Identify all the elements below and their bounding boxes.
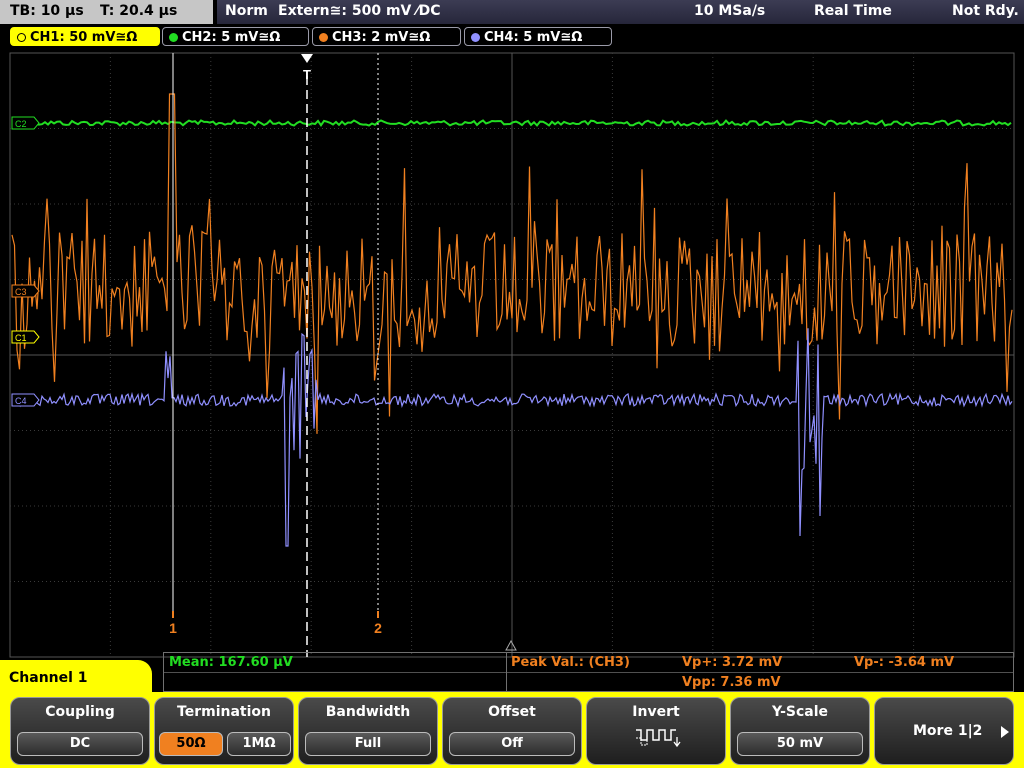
yscale-softkey[interactable]: Y-Scale 50 mV xyxy=(730,697,870,765)
termination-softkey[interactable]: Termination 50Ω 1MΩ xyxy=(154,697,294,765)
run-status: Not Rdy. xyxy=(952,3,1019,19)
bandwidth-value: Full xyxy=(305,732,431,756)
tab-ch4[interactable]: CH4: 5 mV≅Ω xyxy=(464,27,612,46)
svg-text:C3: C3 xyxy=(15,287,27,297)
termination-title: Termination xyxy=(177,704,271,720)
yscale-title: Y-Scale xyxy=(771,704,828,720)
bandwidth-title: Bandwidth xyxy=(325,704,411,720)
ch3-offset-marker[interactable]: C3 xyxy=(11,284,40,298)
ch2-indicator-icon xyxy=(169,33,178,42)
tab-ch1-label: CH1: 50 mV≅Ω xyxy=(30,30,138,45)
measurement-panel: Mean: 167.60 µV Peak Val.: (CH3) Vp+: 3.… xyxy=(163,652,1014,692)
ch4-offset-marker[interactable]: C4 xyxy=(11,393,40,407)
waveform-display[interactable]: 1 2 T C2 C3 C1 C4 xyxy=(0,46,1024,660)
coupling-softkey[interactable]: Coupling DC xyxy=(10,697,150,765)
trigger-source[interactable]: Extern≅: 500 mV ⁄DC xyxy=(278,3,440,19)
coupling-title: Coupling xyxy=(45,704,115,720)
svg-text:C2: C2 xyxy=(15,119,27,129)
vp-plus-measurement: Vp+: 3.72 mV xyxy=(682,655,783,670)
mean-measurement: Mean: 167.60 µV xyxy=(169,655,293,670)
square-wave-invert-icon xyxy=(636,729,681,748)
svg-text:C4: C4 xyxy=(15,396,27,406)
menu-title: Channel 1 xyxy=(9,670,88,686)
cursor-2-label: 2 xyxy=(374,620,382,636)
tab-ch1[interactable]: CH1: 50 mV≅Ω xyxy=(10,27,160,46)
ch1-indicator-icon xyxy=(17,33,26,42)
status-bar: TB: 10 µs T: 20.4 µs Norm Extern≅: 500 m… xyxy=(0,0,1024,24)
play-right-icon xyxy=(1001,726,1009,738)
svg-text:C1: C1 xyxy=(15,333,27,343)
tab-ch2[interactable]: CH2: 5 mV≅Ω xyxy=(162,27,309,46)
ch1-offset-marker[interactable]: C1 xyxy=(11,330,40,344)
timebase-panel[interactable]: TB: 10 µs T: 20.4 µs xyxy=(0,0,213,24)
peak-source-label: Peak Val.: (CH3) xyxy=(511,655,630,670)
termination-50ohm-option[interactable]: 50Ω xyxy=(159,732,223,756)
sample-rate: 10 MSa/s xyxy=(694,3,766,19)
more-label: More 1|2 xyxy=(913,723,983,739)
tab-ch4-label: CH4: 5 mV≅Ω xyxy=(484,30,583,45)
more-softkey[interactable]: More 1|2 xyxy=(874,697,1014,765)
offset-value: Off xyxy=(449,732,575,756)
vpp-measurement: Vpp: 7.36 mV xyxy=(682,675,781,690)
acquisition-mode: Real Time xyxy=(814,3,892,19)
ch3-indicator-icon xyxy=(319,33,328,42)
tab-ch2-label: CH2: 5 mV≅Ω xyxy=(182,30,281,45)
ch4-indicator-icon xyxy=(471,33,480,42)
menu-title-tab: Channel 1 xyxy=(0,660,152,696)
timebase-value: TB: 10 µs xyxy=(10,3,84,19)
invert-softkey[interactable]: Invert xyxy=(586,697,726,765)
tab-ch3[interactable]: CH3: 2 mV≅Ω xyxy=(312,27,461,46)
tab-ch3-label: CH3: 2 mV≅Ω xyxy=(332,30,431,45)
trigger-mode[interactable]: Norm xyxy=(225,3,268,19)
invert-title: Invert xyxy=(632,704,680,720)
offset-softkey[interactable]: Offset Off xyxy=(442,697,582,765)
trigger-marker-label: T xyxy=(303,67,311,82)
coupling-value: DC xyxy=(17,732,143,756)
offset-title: Offset xyxy=(488,704,536,720)
bandwidth-softkey[interactable]: Bandwidth Full xyxy=(298,697,438,765)
trigger-time-value: T: 20.4 µs xyxy=(100,3,178,19)
termination-1mohm-option[interactable]: 1MΩ xyxy=(227,732,291,756)
trigger-status-panel: Norm Extern≅: 500 mV ⁄DC 10 MSa/s Real T… xyxy=(217,0,1024,24)
ch2-offset-marker[interactable]: C2 xyxy=(11,116,40,130)
cursor-1-label: 1 xyxy=(169,620,177,636)
yscale-value: 50 mV xyxy=(737,732,863,756)
vp-minus-measurement: Vp-: -3.64 mV xyxy=(854,655,955,670)
